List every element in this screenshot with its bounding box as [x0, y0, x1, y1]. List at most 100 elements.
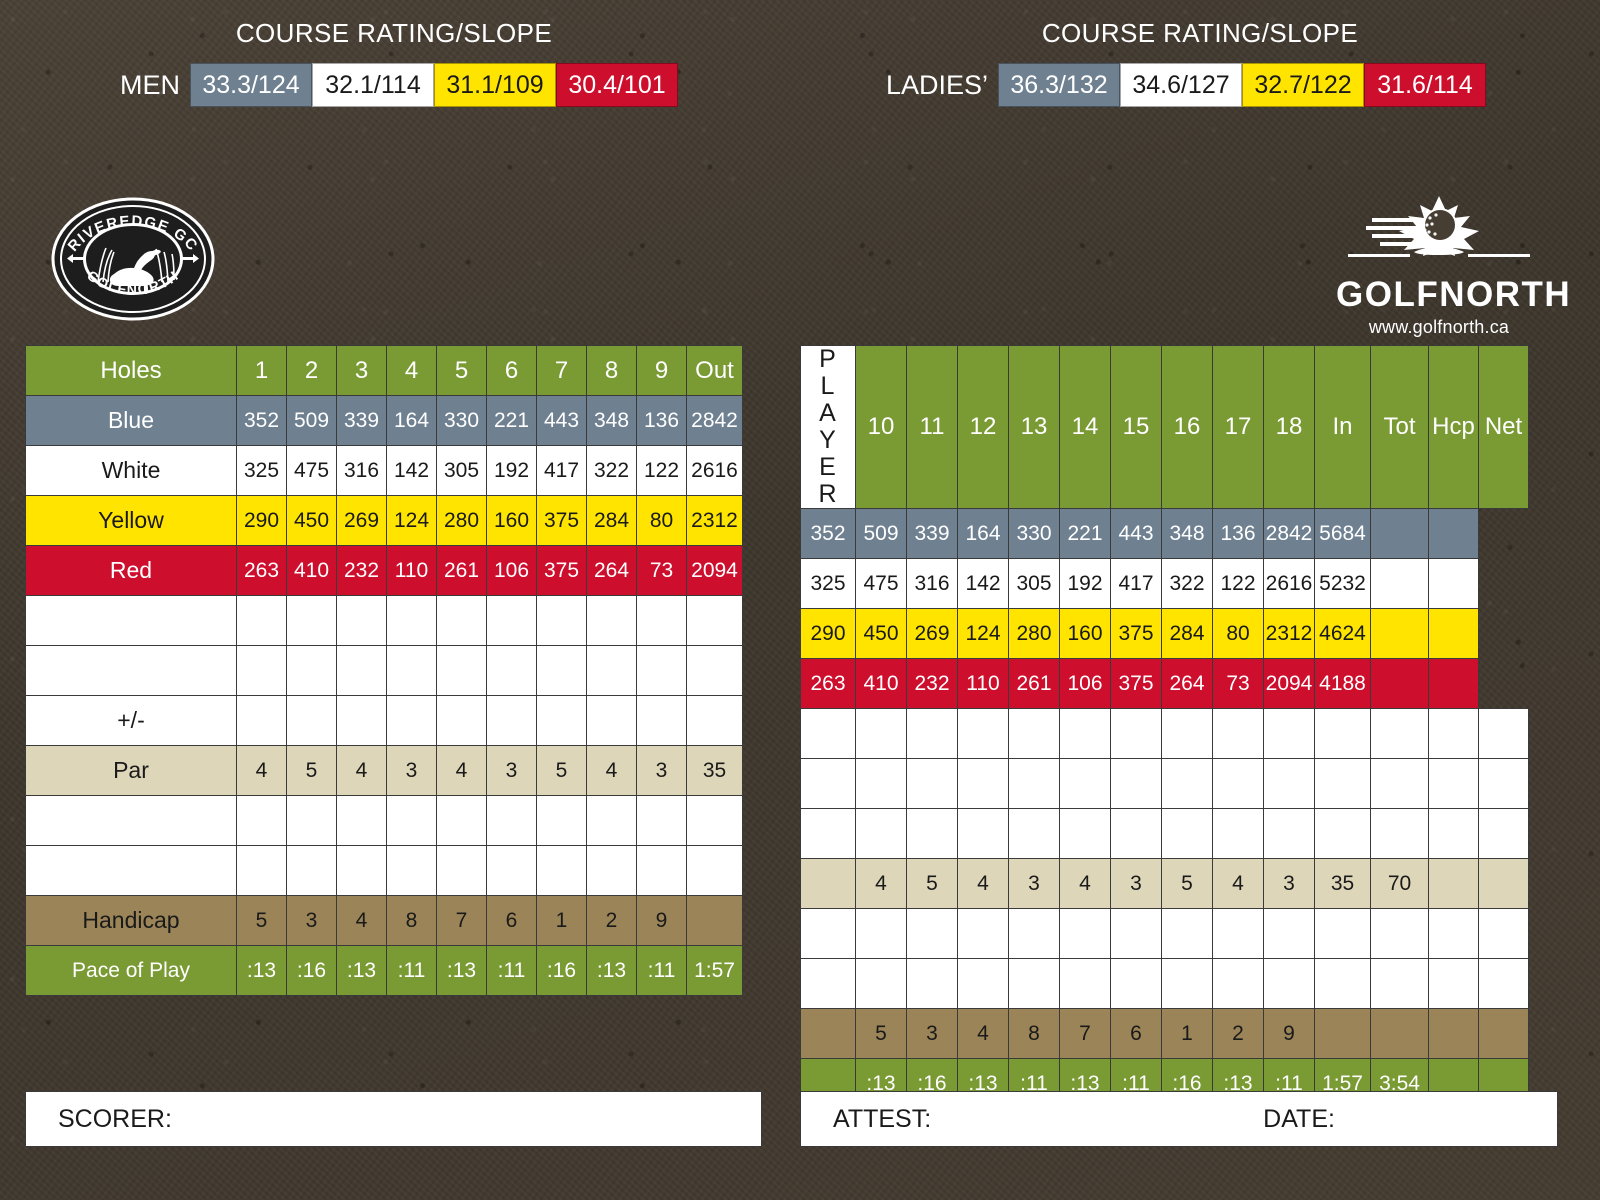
back-score-entry-cell[interactable] [957, 908, 1009, 959]
back-score-entry-cell[interactable] [906, 908, 958, 959]
back-score-entry-cell[interactable] [1110, 808, 1162, 859]
attest-footer-box[interactable]: ATTEST: DATE: [800, 1091, 1558, 1147]
back-score-entry-cell[interactable] [1478, 858, 1529, 909]
front-score-entry-cell[interactable] [486, 695, 537, 746]
front-score-entry-cell[interactable] [236, 645, 287, 696]
front-score-entry-cell[interactable] [236, 845, 287, 896]
back-score-entry-cell[interactable] [1008, 908, 1060, 959]
back-score-entry-cell[interactable] [1059, 958, 1111, 1009]
back-score-entry-cell[interactable] [1263, 758, 1315, 809]
back-score-entry-cell[interactable] [1059, 908, 1111, 959]
front-score-entry-cell[interactable] [436, 845, 487, 896]
front-score-entry-cell[interactable] [636, 695, 687, 746]
front-score-entry-cell[interactable] [336, 645, 387, 696]
back-score-entry-cell[interactable] [1428, 658, 1479, 709]
back-score-entry-cell[interactable] [1428, 508, 1479, 559]
back-score-entry-cell[interactable] [1370, 908, 1429, 959]
back-score-entry-cell[interactable] [1428, 558, 1479, 609]
back-score-entry-cell[interactable] [1478, 808, 1529, 859]
back-score-entry-cell[interactable] [1428, 958, 1479, 1009]
back-score-entry-cell[interactable] [1428, 758, 1479, 809]
back-score-entry-cell[interactable] [855, 758, 907, 809]
back-score-entry-cell[interactable] [1212, 958, 1264, 1009]
back-score-entry-cell[interactable] [1110, 958, 1162, 1009]
front-score-entry-cell[interactable] [486, 845, 537, 896]
front-score-entry-cell[interactable] [686, 895, 743, 946]
back-score-entry-cell[interactable] [957, 758, 1009, 809]
back-score-entry-cell[interactable] [1110, 908, 1162, 959]
back-score-entry-cell[interactable] [1478, 908, 1529, 959]
front-score-entry-cell[interactable] [536, 695, 587, 746]
back-score-entry-cell[interactable] [1161, 758, 1213, 809]
back-score-entry-cell[interactable] [1263, 908, 1315, 959]
front-score-entry-cell[interactable] [686, 845, 743, 896]
front-score-entry-cell[interactable] [386, 795, 437, 846]
back-score-entry-cell[interactable] [1314, 708, 1371, 759]
back-score-entry-cell[interactable] [1314, 808, 1371, 859]
front-score-entry-cell[interactable] [586, 645, 637, 696]
back-score-entry-cell[interactable] [1370, 1008, 1429, 1059]
back-score-entry-cell[interactable] [855, 958, 907, 1009]
back-score-entry-cell[interactable] [1428, 808, 1479, 859]
front-score-entry-cell[interactable] [436, 695, 487, 746]
front-score-entry-cell[interactable] [486, 595, 537, 646]
front-score-entry-cell[interactable] [686, 595, 743, 646]
back-score-entry-cell[interactable] [1428, 858, 1479, 909]
front-score-entry-cell[interactable] [586, 795, 637, 846]
front-score-entry-cell[interactable] [286, 695, 337, 746]
back-score-entry-cell[interactable] [1314, 1008, 1371, 1059]
back-score-entry-cell[interactable] [1212, 708, 1264, 759]
back-score-entry-cell[interactable] [1110, 758, 1162, 809]
back-score-entry-cell[interactable] [1161, 808, 1213, 859]
front-score-entry-cell[interactable] [636, 845, 687, 896]
back-score-entry-cell[interactable] [1370, 708, 1429, 759]
back-score-entry-cell[interactable] [1008, 958, 1060, 1009]
back-score-entry-cell[interactable] [1428, 608, 1479, 659]
front-score-entry-cell[interactable] [236, 595, 287, 646]
back-score-entry-cell[interactable] [1314, 758, 1371, 809]
back-score-entry-cell[interactable] [1370, 758, 1429, 809]
back-score-entry-cell[interactable] [957, 958, 1009, 1009]
back-score-entry-cell[interactable] [1478, 958, 1529, 1009]
back-score-entry-cell[interactable] [957, 808, 1009, 859]
front-score-entry-cell[interactable] [386, 595, 437, 646]
back-score-entry-cell[interactable] [1212, 758, 1264, 809]
front-score-entry-cell[interactable] [436, 595, 487, 646]
back-score-entry-cell[interactable] [1478, 1008, 1529, 1059]
front-score-entry-cell[interactable] [286, 795, 337, 846]
back-score-entry-cell[interactable] [1161, 958, 1213, 1009]
front-score-entry-cell[interactable] [536, 595, 587, 646]
front-score-entry-cell[interactable] [586, 595, 637, 646]
back-score-entry-cell[interactable] [1478, 758, 1529, 809]
front-score-entry-cell[interactable] [436, 645, 487, 696]
back-score-entry-cell[interactable] [1008, 808, 1060, 859]
back-score-entry-cell[interactable] [1008, 708, 1060, 759]
front-score-entry-cell[interactable] [586, 695, 637, 746]
back-score-entry-cell[interactable] [1212, 908, 1264, 959]
back-score-entry-cell[interactable] [1008, 758, 1060, 809]
front-score-entry-cell[interactable] [336, 595, 387, 646]
front-score-entry-cell[interactable] [536, 845, 587, 896]
back-score-entry-cell[interactable] [1263, 808, 1315, 859]
front-score-entry-cell[interactable] [686, 645, 743, 696]
front-score-entry-cell[interactable] [336, 795, 387, 846]
back-score-entry-cell[interactable] [855, 708, 907, 759]
back-score-entry-cell[interactable] [906, 708, 958, 759]
back-score-entry-cell[interactable] [1370, 808, 1429, 859]
back-score-entry-cell[interactable] [1428, 708, 1479, 759]
front-score-entry-cell[interactable] [636, 645, 687, 696]
back-score-entry-cell[interactable] [1212, 808, 1264, 859]
back-score-entry-cell[interactable] [1059, 808, 1111, 859]
back-score-entry-cell[interactable] [1161, 908, 1213, 959]
front-score-entry-cell[interactable] [336, 845, 387, 896]
front-score-entry-cell[interactable] [486, 795, 537, 846]
front-score-entry-cell[interactable] [236, 695, 287, 746]
back-score-entry-cell[interactable] [1370, 608, 1429, 659]
back-score-entry-cell[interactable] [1263, 708, 1315, 759]
back-score-entry-cell[interactable] [1370, 958, 1429, 1009]
back-score-entry-cell[interactable] [855, 908, 907, 959]
front-score-entry-cell[interactable] [536, 795, 587, 846]
front-score-entry-cell[interactable] [586, 845, 637, 896]
back-score-entry-cell[interactable] [1059, 708, 1111, 759]
front-score-entry-cell[interactable] [536, 645, 587, 696]
